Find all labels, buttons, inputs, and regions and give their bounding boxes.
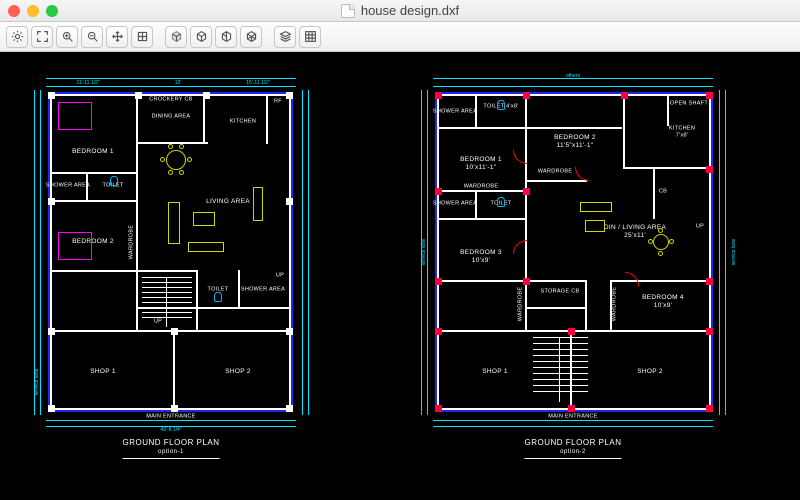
- room-label-wardrobe4: WARDROBE: [612, 287, 619, 322]
- chair-icon: [648, 239, 653, 244]
- zoom-out-button[interactable]: [81, 26, 103, 48]
- chair-icon: [179, 144, 184, 149]
- pan-button[interactable]: [106, 26, 128, 48]
- toilet-icon: [497, 100, 505, 110]
- room-label-shop2: SHOP 2: [637, 368, 663, 376]
- toilet-icon: [497, 197, 505, 207]
- room-label-bedroom1: BEDROOM 1: [72, 148, 114, 156]
- room-label-kitchen: KITCHEN: [230, 119, 256, 126]
- room-label-shower2: SHOWER AREA: [241, 287, 285, 294]
- toilet-icon: [110, 176, 118, 186]
- room-label-shower1: SHOWER AREA: [433, 109, 477, 116]
- toilet-icon: [214, 292, 222, 302]
- room-label-bedroom2: BEDROOM 2 11'5"x11'-1": [554, 134, 596, 150]
- up-label: UP: [696, 224, 704, 231]
- plan-subtitle-text: option-1: [123, 448, 220, 456]
- grid-button[interactable]: [299, 26, 321, 48]
- home-view-button[interactable]: [131, 26, 153, 48]
- main-entrance-label: MAIN ENTRANCE: [548, 414, 597, 421]
- top-label: others: [566, 73, 580, 79]
- layers-button[interactable]: [274, 26, 296, 48]
- room-label-storage: STORAGE CB: [541, 289, 580, 296]
- view-front-button[interactable]: [190, 26, 212, 48]
- view-iso-button[interactable]: [240, 26, 262, 48]
- room-label-openshaft: OPEN SHAFT: [670, 101, 708, 108]
- room-label-shower2: SHOWER AREA: [433, 201, 477, 208]
- chair-icon: [658, 251, 663, 256]
- dimension-label: 43'-8 1/4": [160, 427, 181, 433]
- dimension-label: service lane: [34, 369, 40, 396]
- dimension-label: 15'-11 1/2": [246, 80, 270, 86]
- window-title-text: house design.dxf: [361, 3, 459, 18]
- sofa-icon: [188, 242, 224, 252]
- plan-title-text: GROUND FLOOR PLAN: [525, 438, 622, 447]
- chair-icon: [658, 228, 663, 233]
- plan-title: GROUND FLOOR PLAN option-1: [123, 437, 220, 459]
- room-label-wardrobe1: WARDROBE: [538, 169, 573, 176]
- room-label-shop2: SHOP 2: [225, 368, 251, 376]
- room-label-wardrobe2: WARDROBE: [464, 184, 499, 191]
- room-label-shop1: SHOP 1: [90, 368, 116, 376]
- coffee-table-icon: [193, 212, 215, 226]
- settings-button[interactable]: [6, 26, 28, 48]
- sofa-icon: [168, 202, 180, 244]
- chair-icon: [168, 144, 173, 149]
- coffee-table-icon: [585, 220, 605, 232]
- tv-unit-icon: [253, 187, 263, 221]
- chair-icon: [187, 157, 192, 162]
- room-label-wardrobe: WARDROBE: [129, 225, 136, 260]
- room-label-shop1: SHOP 1: [482, 368, 508, 376]
- window-title: house design.dxf: [0, 3, 800, 18]
- dining-table-icon: [166, 150, 186, 170]
- room-label-bedroom4: BEDROOM 4 10'x9': [642, 294, 684, 310]
- side-label: service lane: [731, 239, 737, 266]
- sofa-icon: [580, 202, 612, 212]
- room-label-bedroom3: BEDROOM 3 10'x9': [460, 249, 502, 265]
- stairs-icon: [533, 337, 588, 402]
- floor-plan-option-2: others service lane service lane: [415, 72, 775, 472]
- chair-icon: [168, 170, 173, 175]
- chair-icon: [669, 239, 674, 244]
- room-label-bedroom1: BEDROOM 1 10'x11'-1": [460, 156, 502, 172]
- room-label-crockery: CROCKERY CB: [149, 97, 192, 104]
- room-label-kitchen: KITCHEN 7'x8': [669, 125, 695, 138]
- document-icon: [341, 4, 355, 18]
- view-top-button[interactable]: [165, 26, 187, 48]
- plan-title-text: GROUND FLOOR PLAN: [123, 438, 220, 447]
- drawing-canvas[interactable]: 11'-11 1/2" 12' 15'-11 1/2" service lane: [0, 52, 800, 500]
- titlebar: house design.dxf: [0, 0, 800, 22]
- zoom-extents-button[interactable]: [31, 26, 53, 48]
- chair-icon: [160, 157, 165, 162]
- dimension-label: 11'-11 1/2": [76, 80, 99, 86]
- main-entrance-label: MAIN ENTRANCE: [146, 414, 195, 421]
- room-label-cb: CB: [659, 189, 667, 196]
- room-label-shower1: SHOWER AREA: [46, 183, 90, 190]
- dining-table-icon: [653, 234, 669, 250]
- room-label-dining: DINING AREA: [152, 114, 191, 121]
- bed-icon: [58, 102, 92, 130]
- toolbar: [0, 22, 800, 52]
- plan-title: GROUND FLOOR PLAN option-2: [525, 437, 622, 459]
- bed-icon: [58, 232, 92, 260]
- room-label-living: LIVING AREA: [206, 198, 250, 206]
- room-label-rf: RF: [274, 99, 282, 106]
- view-side-button[interactable]: [215, 26, 237, 48]
- chair-icon: [179, 170, 184, 175]
- room-label-wardrobe3: WARDROBE: [518, 287, 525, 322]
- floor-plan-option-1: 11'-11 1/2" 12' 15'-11 1/2" service lane: [28, 72, 373, 472]
- stairs-icon: [142, 277, 192, 327]
- side-label: service lane: [421, 239, 427, 266]
- plan-subtitle-text: option-2: [525, 448, 622, 456]
- zoom-in-button[interactable]: [56, 26, 78, 48]
- dimension-label: 12': [175, 80, 182, 86]
- up-label: UP: [276, 273, 284, 280]
